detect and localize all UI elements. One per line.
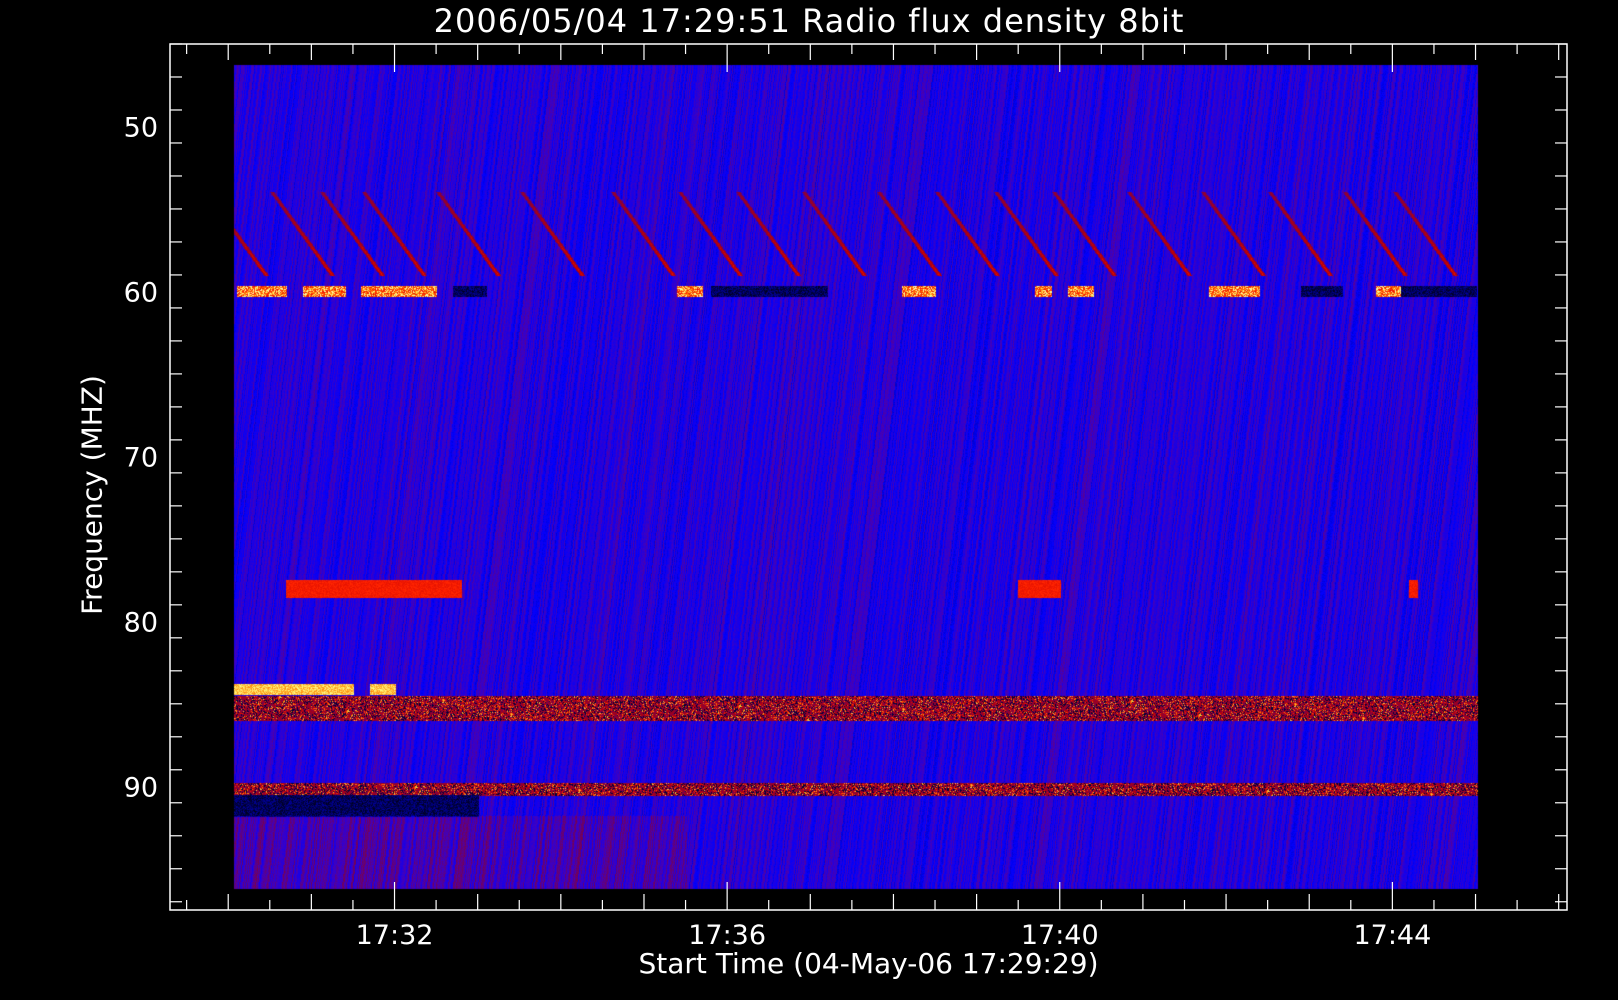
x-axis-label: Start Time (04-May-06 17:29:29) bbox=[638, 947, 1099, 980]
y-tick-label: 60 bbox=[124, 277, 158, 308]
plot-frame bbox=[169, 43, 1568, 911]
y-axis-label: Frequency (MHZ) bbox=[75, 375, 109, 615]
y-tick-label: 50 bbox=[124, 112, 158, 143]
y-tick-label: 90 bbox=[124, 772, 158, 803]
chart-title: 2006/05/04 17:29:51 Radio flux density 8… bbox=[433, 2, 1185, 40]
y-tick-label: 80 bbox=[124, 607, 158, 638]
y-tick-label: 70 bbox=[124, 442, 158, 473]
plot-axes: 17:32 17:36 17:40 17:445060708090 bbox=[124, 43, 1568, 951]
